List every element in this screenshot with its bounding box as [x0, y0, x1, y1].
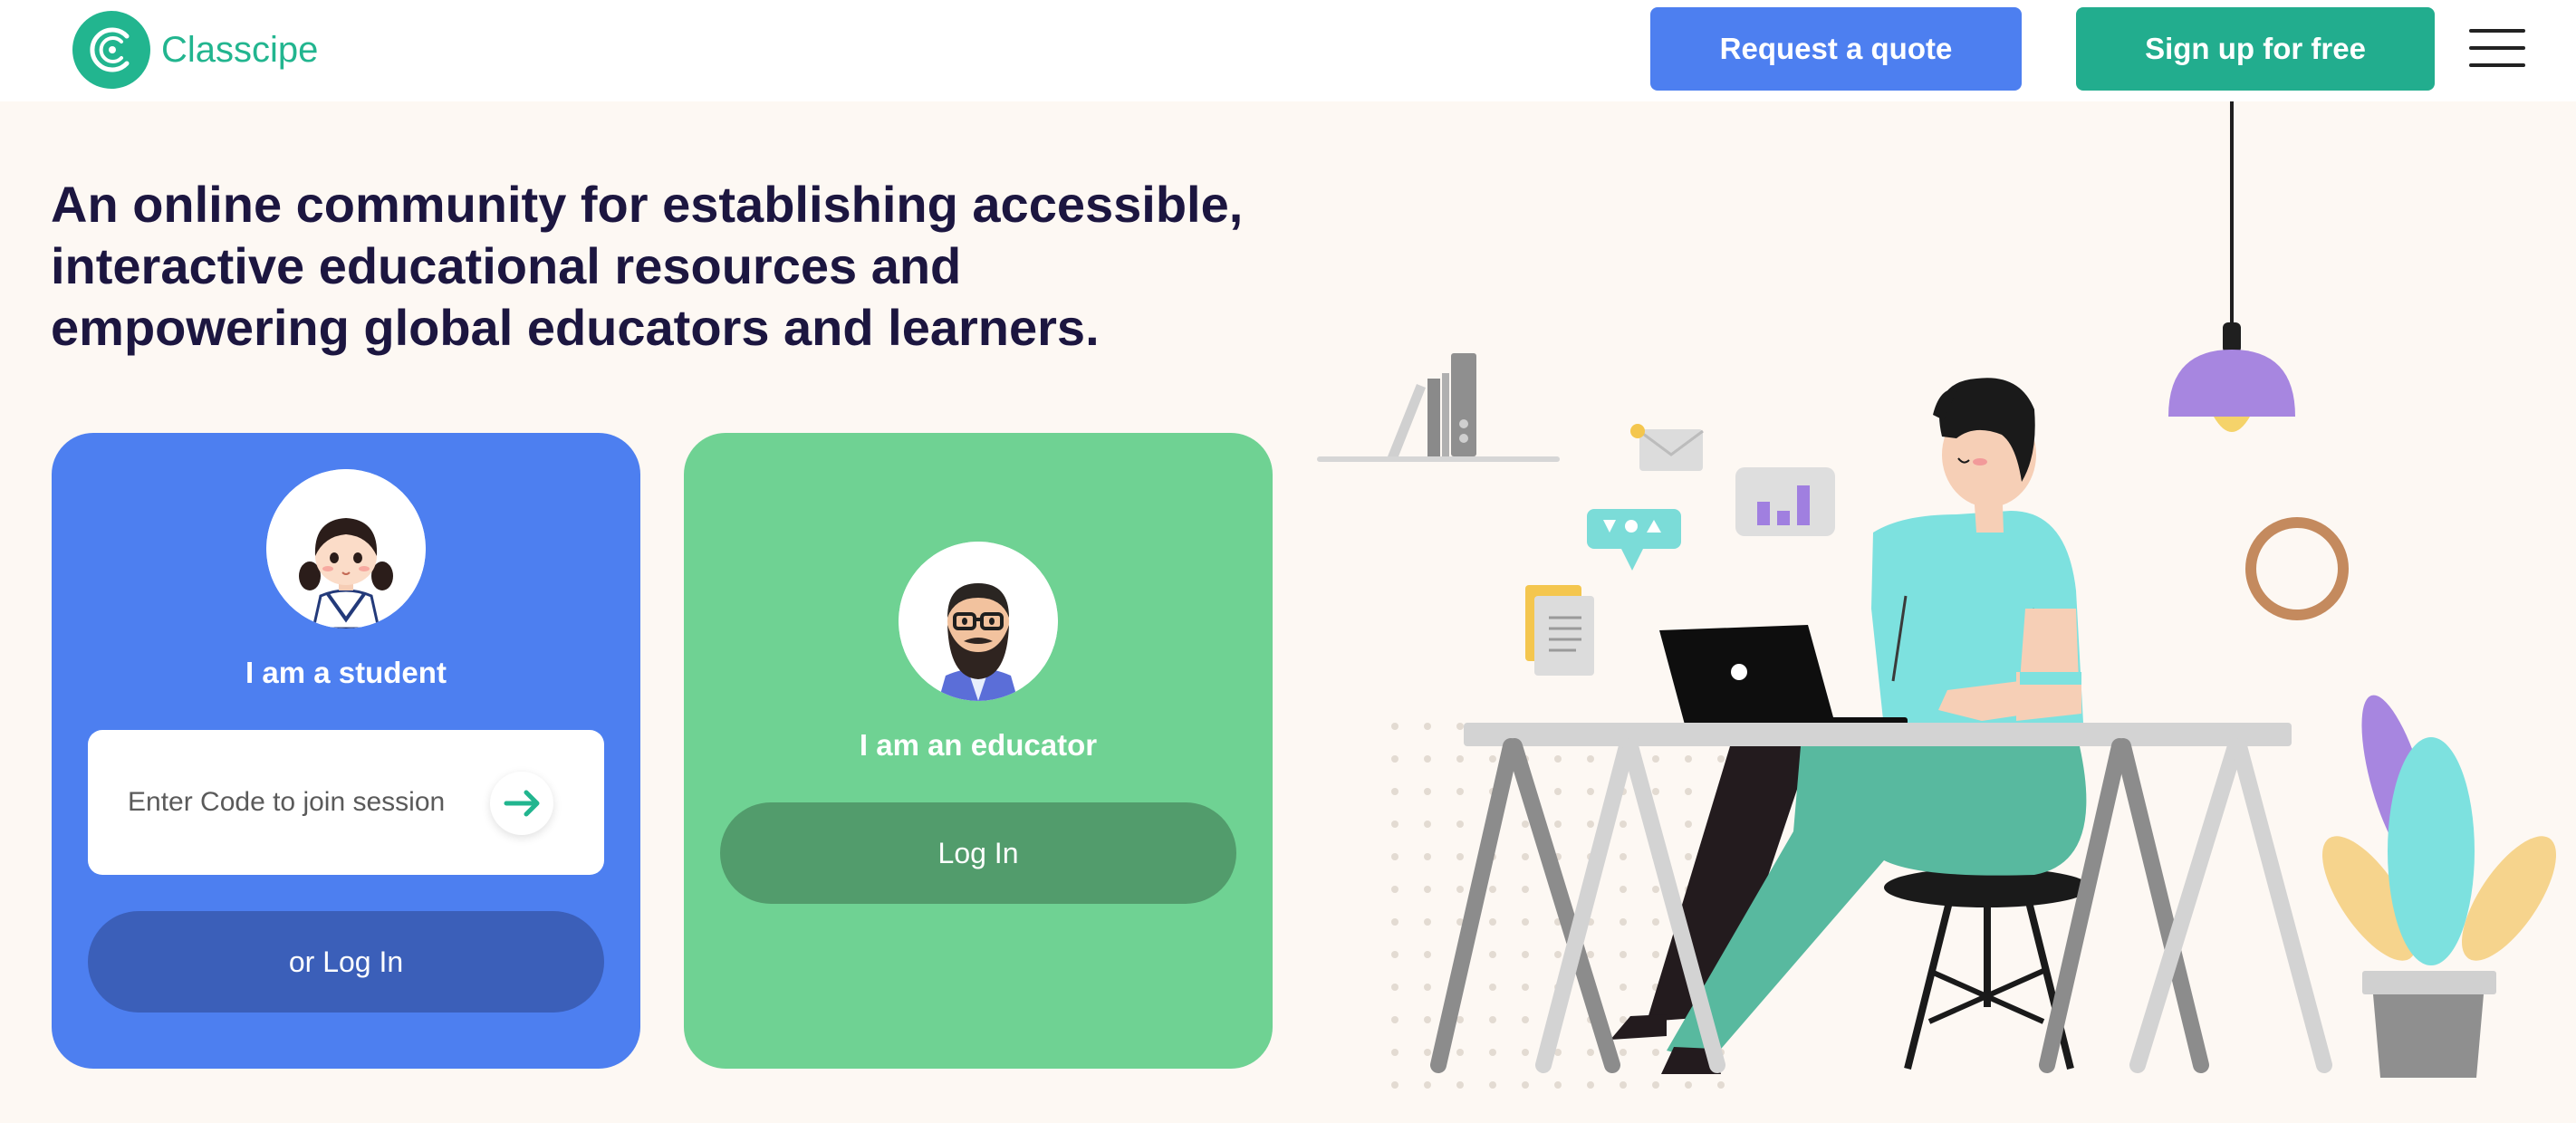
hamburger-menu-icon[interactable]	[2469, 27, 2525, 69]
potted-plant-icon	[2321, 695, 2557, 1078]
top-nav-bar: Classcipe Request a quote Sign up for fr…	[0, 0, 2576, 101]
chat-bubble-icon	[1587, 509, 1681, 571]
bookshelf-icon	[1317, 353, 1560, 462]
join-session-button[interactable]	[490, 772, 553, 835]
hanging-lamp-icon	[2168, 101, 2295, 432]
request-quote-button[interactable]: Request a quote	[1650, 7, 2022, 91]
brand-logo[interactable]: Classcipe	[72, 11, 318, 89]
laptop-icon	[1659, 625, 1908, 726]
hero-illustration	[1304, 101, 2576, 1123]
educator-login-button[interactable]: Log In	[720, 802, 1236, 904]
student-card-title: I am a student	[245, 656, 447, 689]
bar-chart-icon	[1735, 467, 1835, 536]
session-code-input[interactable]	[128, 775, 490, 830]
educator-card: I am an educator Log In	[684, 433, 1273, 1069]
student-login-button[interactable]: or Log In	[88, 911, 604, 1013]
educator-card-title: I am an educator	[859, 728, 1098, 762]
educator-avatar	[899, 542, 1058, 701]
hero-headline: An online community for establishing acc…	[51, 174, 1319, 359]
headline-line-1: An online community for establishing acc…	[51, 176, 1244, 233]
headline-line-2: interactive educational resources and	[51, 237, 962, 294]
student-card: I am a student or Log In	[52, 433, 640, 1069]
classcipe-logo-icon	[72, 11, 150, 89]
arrow-right-icon	[504, 790, 540, 817]
document-icon	[1525, 585, 1594, 676]
join-code-box	[88, 730, 604, 875]
wall-ring-icon	[2245, 517, 2349, 620]
student-avatar	[266, 469, 426, 629]
envelope-icon	[1630, 424, 1704, 471]
brand-name: Classcipe	[161, 29, 319, 70]
headline-line-3: empowering global educators and learners…	[51, 299, 1100, 356]
sign-up-button[interactable]: Sign up for free	[2076, 7, 2435, 91]
